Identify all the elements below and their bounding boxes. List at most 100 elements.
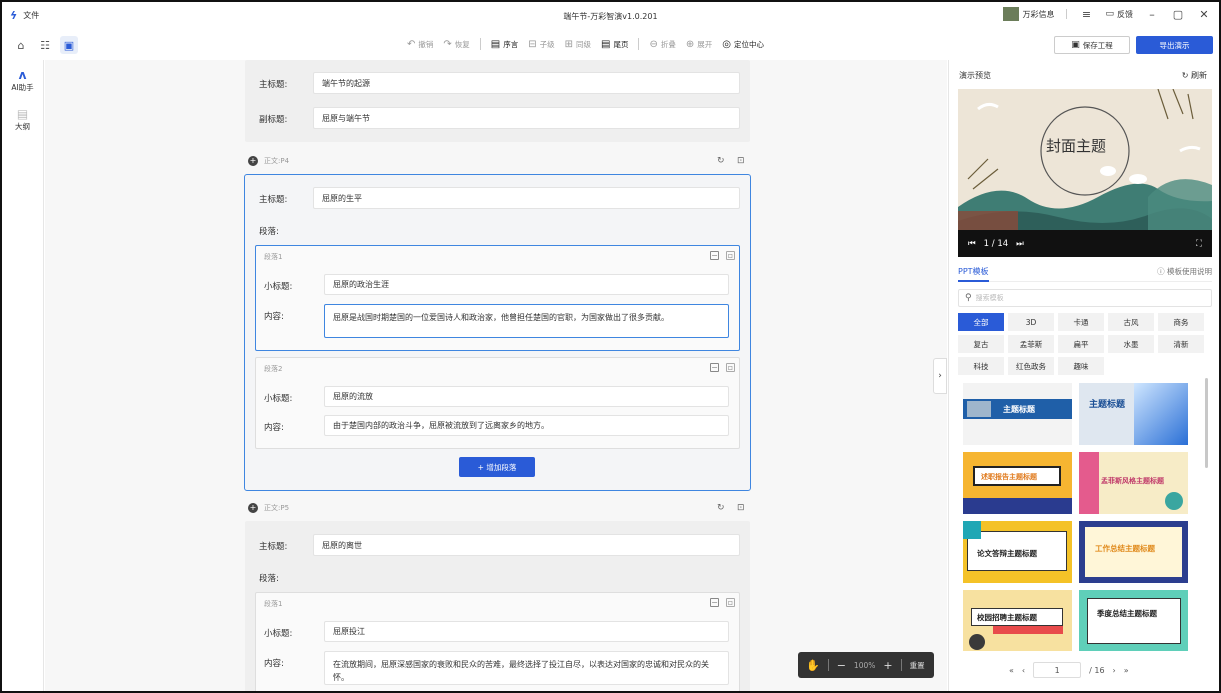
category-item[interactable]: 红色政务 [1008, 357, 1054, 375]
category-item[interactable]: 商务 [1158, 313, 1204, 331]
redo-button[interactable]: ↷ 恢复 [443, 39, 469, 50]
delete-icon[interactable]: ⊡ [737, 156, 745, 166]
outline-view-icon[interactable]: ☷ [36, 36, 54, 54]
category-item[interactable]: 趣味 [1058, 357, 1104, 375]
category-item[interactable]: 卡通 [1058, 313, 1104, 331]
tail-page-icon: ▤ [601, 38, 611, 50]
template-thumb[interactable]: 校园招聘主题标题 [963, 590, 1072, 651]
ai-assistant-button[interactable]: ʌ AI助手 [2, 68, 43, 93]
prev-page-icon[interactable]: ‹ [1022, 666, 1025, 675]
template-thumb[interactable]: 孟菲斯风格主题标题 [1079, 452, 1188, 514]
toolbar: ⌂ ☷ ▣ ↶ 撤销 ↷ 恢复 ▤ 序言 ⊟ 子级 ⊞ 同级 ▤ 尾页 ⊖ 折叠 ⊕ 展开 ◎ 定… [2, 30, 1219, 60]
content-textarea[interactable]: 在流放期间，屈原深感国家的衰败和民众的苦难，最终选择了投江自尽，以表达对国家的忠… [324, 651, 729, 685]
collapse-icon[interactable]: − [710, 598, 719, 607]
category-item[interactable]: 孟菲斯 [1008, 335, 1054, 353]
expand-button[interactable]: ⊕ 展开 [686, 39, 712, 50]
subtitle-input[interactable]: 屈原与端午节 [313, 107, 740, 129]
regenerate-icon[interactable]: ↻ [717, 503, 725, 513]
add-paragraph-button[interactable]: + 增加段落 [459, 457, 535, 477]
template-thumb[interactable]: 季度总结主题标题 [1079, 590, 1188, 651]
collapse-panel-button[interactable]: › [933, 358, 947, 394]
template-thumb[interactable]: 工作总结主题标题 [1079, 521, 1188, 583]
preview-controls: ⏮ 1 / 14 ⏭ ⛶ [958, 230, 1212, 257]
add-section-icon[interactable]: + [248, 503, 258, 513]
main-title-input[interactable]: 端午节的起源 [313, 72, 740, 94]
template-thumb[interactable]: 述职报告主题标题 [963, 452, 1072, 514]
template-thumb[interactable]: 主题标题 [1079, 383, 1188, 445]
category-item[interactable]: 扁平 [1058, 335, 1104, 353]
slide-view-icon[interactable]: ▣ [60, 36, 78, 54]
fold-icon: ⊖ [649, 38, 658, 50]
delete-icon[interactable]: ⊡ [737, 503, 745, 513]
tab-ppt-template[interactable]: PPT模板 [958, 266, 989, 282]
maximize-button[interactable]: ▢ [1171, 8, 1185, 21]
feedback-button[interactable]: ▭ 反馈 [1105, 9, 1133, 20]
refresh-button[interactable]: ↻ 刷新 [1182, 70, 1207, 81]
child-button[interactable]: ⊟ 子级 [528, 39, 554, 50]
tail-page-button[interactable]: ▤ 尾页 [601, 39, 628, 50]
feedback-label: 反馈 [1117, 9, 1133, 19]
locate-center-button[interactable]: ◎ 定位中心 [722, 39, 764, 50]
subtitle-input[interactable]: 屈原的政治生涯 [324, 274, 729, 295]
subtitle-input[interactable]: 屈原投江 [324, 621, 729, 642]
left-rail: ʌ AI助手 ▤ 大纲 [2, 60, 44, 691]
fold-button[interactable]: ⊖ 折叠 [649, 39, 675, 50]
thumb-title: 工作总结主题标题 [1095, 544, 1155, 553]
template-help-link[interactable]: ⓘ 模板使用说明 [1157, 266, 1212, 277]
save-project-button[interactable]: ▣ 保存工程 [1054, 36, 1130, 54]
search-placeholder: 搜索模板 [975, 294, 1004, 302]
delete-icon[interactable]: ▫ [726, 363, 735, 372]
delete-icon[interactable]: ▫ [726, 598, 735, 607]
category-item[interactable]: 复古 [958, 335, 1004, 353]
zoom-out-button[interactable]: − [837, 659, 846, 672]
thumb-title: 主题标题 [1003, 405, 1035, 414]
expand-icon: ⊕ [685, 38, 695, 50]
home-icon[interactable]: ⌂ [12, 36, 30, 54]
page-input[interactable]: 1 [1033, 662, 1082, 678]
first-page-icon[interactable]: « [1009, 666, 1014, 675]
child-icon: ⊟ [528, 38, 537, 50]
category-item[interactable]: 古风 [1108, 313, 1154, 331]
subtitle-input[interactable]: 屈原的流放 [324, 386, 729, 407]
template-thumb[interactable]: 论文答辩主题标题 [963, 521, 1072, 583]
collapse-icon[interactable]: − [710, 251, 719, 260]
section-header-p5: + 正文:P5 [248, 503, 289, 513]
category-item[interactable]: 水墨 [1108, 335, 1154, 353]
main-title-input[interactable]: 屈原的离世 [313, 534, 740, 556]
fullscreen-icon[interactable]: ⛶ [1196, 239, 1202, 249]
section-label: 正文:P5 [264, 504, 290, 512]
account-button[interactable]: 万彩信息 [1003, 7, 1054, 21]
preface-button[interactable]: ▤ 序言 [491, 39, 518, 50]
minimize-button[interactable]: – [1145, 8, 1159, 21]
next-page-icon[interactable]: › [1113, 666, 1116, 675]
category-item[interactable]: 科技 [958, 357, 1004, 375]
first-slide-icon[interactable]: ⏮ [968, 239, 976, 249]
slide-preview[interactable]: 封面主题 ⏮ 1 / 14 ⏭ ⛶ [958, 89, 1212, 257]
next-slide-icon[interactable]: ⏭ [1016, 239, 1024, 249]
collapse-icon[interactable]: − [710, 363, 719, 372]
delete-icon[interactable]: ▫ [726, 251, 735, 260]
main-title-input[interactable]: 屈原的生平 [313, 187, 740, 209]
thumbs-scrollbar[interactable] [1205, 378, 1208, 468]
sibling-button[interactable]: ⊞ 同级 [565, 39, 591, 50]
close-button[interactable]: ✕ [1197, 8, 1211, 21]
info-icon: ⓘ [1157, 267, 1165, 276]
outline-button[interactable]: ▤ 大纲 [2, 107, 43, 132]
undo-button[interactable]: ↶ 撤销 [407, 39, 433, 50]
hand-tool-icon[interactable]: ✋ [806, 659, 820, 672]
category-item[interactable]: 全部 [958, 313, 1004, 331]
template-thumb[interactable]: 主题标题 [963, 383, 1072, 445]
thumb-title: 校园招聘主题标题 [977, 613, 1037, 622]
content-textarea[interactable]: 屈原是战国时期楚国的一位爱国诗人和政治家，他曾担任楚国的官职，为国家做出了很多贡… [324, 304, 729, 338]
category-item[interactable]: 清新 [1158, 335, 1204, 353]
menu-icon[interactable]: ≡ [1079, 8, 1093, 21]
category-item[interactable]: 3D [1008, 313, 1054, 331]
regenerate-icon[interactable]: ↻ [717, 156, 725, 166]
last-page-icon[interactable]: » [1124, 666, 1129, 675]
zoom-reset-button[interactable]: 重置 [910, 660, 925, 671]
add-section-icon[interactable]: + [248, 156, 258, 166]
export-button[interactable]: 导出演示 [1136, 36, 1213, 54]
content-textarea[interactable]: 由于楚国内部的政治斗争，屈原被流放到了远离家乡的地方。 [324, 415, 729, 436]
template-search-input[interactable]: ⚲ 搜索模板 [958, 289, 1212, 307]
zoom-in-button[interactable]: + [883, 659, 892, 672]
